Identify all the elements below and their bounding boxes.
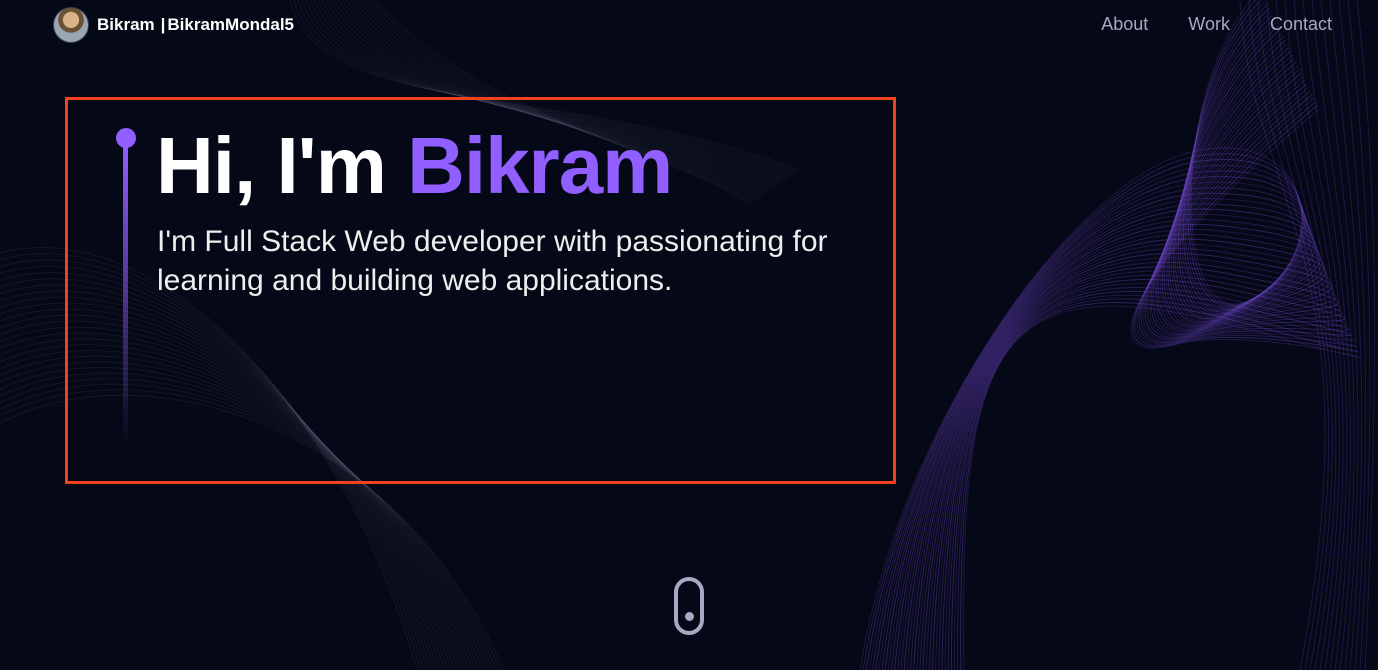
scroll-mouse-icon[interactable] bbox=[674, 577, 704, 635]
background-wave-line bbox=[906, 43, 1323, 670]
background-wave-line bbox=[913, 50, 1327, 670]
brand-link[interactable]: Bikram | BikramMondal5 bbox=[53, 7, 294, 43]
background-wave-line bbox=[957, 101, 1357, 670]
hero-indicator-line bbox=[123, 146, 128, 446]
hero-page: Bikram | BikramMondal5 About Work Contact … bbox=[0, 0, 1378, 670]
nav-link-contact[interactable]: Contact bbox=[1270, 14, 1332, 35]
avatar bbox=[53, 7, 89, 43]
background-wave-line bbox=[935, 76, 1341, 670]
brand-name: Bikram bbox=[97, 15, 155, 34]
hero-indicator-dot bbox=[116, 128, 136, 148]
nav-link-about[interactable]: About bbox=[1101, 14, 1148, 35]
hero-headline: Hi, I'm Bikram bbox=[156, 120, 673, 212]
navbar: Bikram | BikramMondal5 About Work Contact bbox=[0, 0, 1378, 50]
background-wave-line bbox=[963, 108, 1361, 670]
background-wave-line bbox=[903, 40, 1321, 670]
hero-subtitle: I'm Full Stack Web developer with passio… bbox=[157, 225, 828, 297]
hero-name: Bikram bbox=[407, 121, 673, 210]
nav-links: About Work Contact bbox=[1101, 14, 1332, 35]
brand-separator: | bbox=[160, 15, 166, 34]
brand-handle: BikramMondal5 bbox=[167, 15, 294, 34]
nav-link-work[interactable]: Work bbox=[1188, 14, 1230, 35]
background-wave-line bbox=[960, 104, 1359, 670]
scroll-dot bbox=[685, 612, 694, 621]
brand-text: Bikram | BikramMondal5 bbox=[97, 15, 294, 35]
background-wave-line bbox=[909, 47, 1325, 670]
hero-greeting: Hi, I'm bbox=[156, 121, 408, 210]
